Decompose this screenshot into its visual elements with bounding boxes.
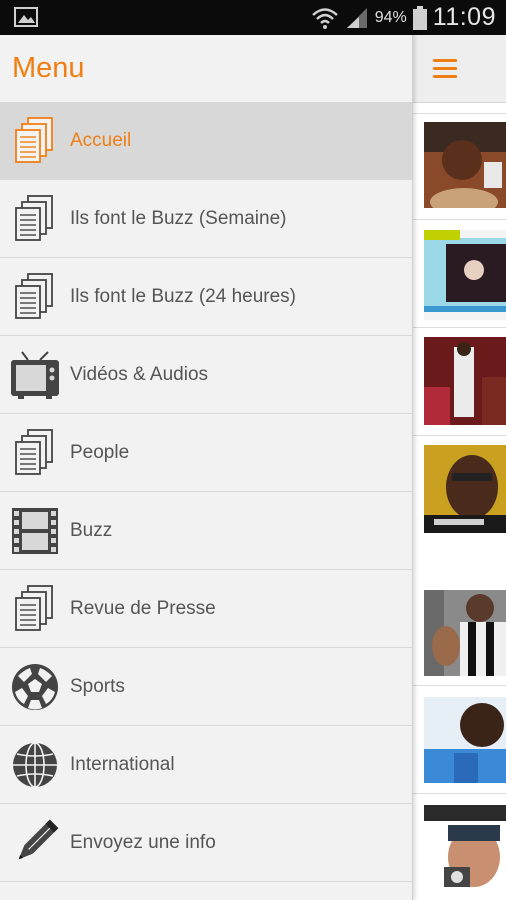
list-divider	[412, 793, 506, 794]
pencil-icon	[18, 819, 59, 860]
news-thumbnail[interactable]	[424, 230, 506, 320]
film-icon	[12, 508, 58, 554]
signal-icon	[346, 7, 367, 28]
menu-item-label: Vidéos & Audios	[70, 363, 209, 385]
status-bar: 94% 11:09	[0, 0, 506, 35]
clock: 11:09	[432, 3, 496, 31]
menu-item-envoyez-info[interactable]: Envoyez une info	[0, 804, 412, 882]
documents-icon	[15, 273, 53, 319]
soccer-ball-icon	[12, 664, 58, 710]
menu-item-label: Envoyez une info	[70, 831, 216, 853]
menu-item-sports[interactable]: Sports	[0, 648, 412, 726]
documents-icon	[15, 429, 53, 475]
globe-icon	[13, 742, 57, 788]
action-bar	[412, 35, 506, 103]
drawer-title: Menu	[12, 52, 85, 84]
list-divider	[412, 327, 506, 328]
menu-item-accueil[interactable]: Accueil	[0, 102, 412, 180]
list-divider	[412, 685, 506, 686]
menu-item-label: Revue de Presse	[70, 597, 216, 619]
menu-item-international[interactable]: International	[0, 726, 412, 804]
documents-icon	[15, 585, 53, 631]
drawer-header: Menu	[0, 35, 412, 102]
news-thumbnail[interactable]	[424, 337, 506, 425]
battery-percent: 94%	[374, 8, 407, 26]
navigation-drawer: Menu Accueil Ils font le Buzz (Semaine) …	[0, 35, 413, 900]
documents-icon	[15, 117, 53, 163]
hamburger-menu-icon[interactable]	[433, 59, 457, 79]
list-divider	[412, 435, 506, 436]
list-divider	[412, 113, 506, 114]
menu-item-revue-presse[interactable]: Revue de Presse	[0, 570, 412, 648]
documents-icon	[15, 195, 53, 241]
news-thumbnail[interactable]	[424, 590, 506, 676]
menu-item-people[interactable]: People	[0, 414, 412, 492]
tv-icon	[11, 351, 59, 399]
news-thumbnail[interactable]	[424, 697, 506, 783]
menu-item-label: International	[70, 753, 175, 775]
menu-item-buzz[interactable]: Buzz	[0, 492, 412, 570]
news-thumbnail[interactable]	[424, 445, 506, 533]
battery-icon	[412, 5, 427, 30]
menu-item-label: Ils font le Buzz (24 heures)	[70, 285, 296, 307]
main-content	[412, 35, 506, 900]
wifi-icon	[311, 7, 338, 29]
menu-item-label: Accueil	[70, 129, 132, 151]
menu-item-videos-audios[interactable]: Vidéos & Audios	[0, 336, 412, 414]
menu-item-label: Buzz	[70, 519, 113, 541]
menu-item-label: People	[70, 441, 130, 463]
menu-item-label: Sports	[70, 675, 125, 697]
news-thumbnail[interactable]	[424, 122, 506, 208]
menu-item-label: Ils font le Buzz (Semaine)	[70, 207, 287, 229]
menu-item-buzz-24h[interactable]: Ils font le Buzz (24 heures)	[0, 258, 412, 336]
menu-item-buzz-semaine[interactable]: Ils font le Buzz (Semaine)	[0, 180, 412, 258]
drawer-menu: Accueil Ils font le Buzz (Semaine) Ils f…	[0, 102, 412, 882]
gallery-notification-icon	[14, 7, 38, 27]
news-thumbnail[interactable]	[424, 805, 506, 895]
list-divider	[412, 219, 506, 220]
